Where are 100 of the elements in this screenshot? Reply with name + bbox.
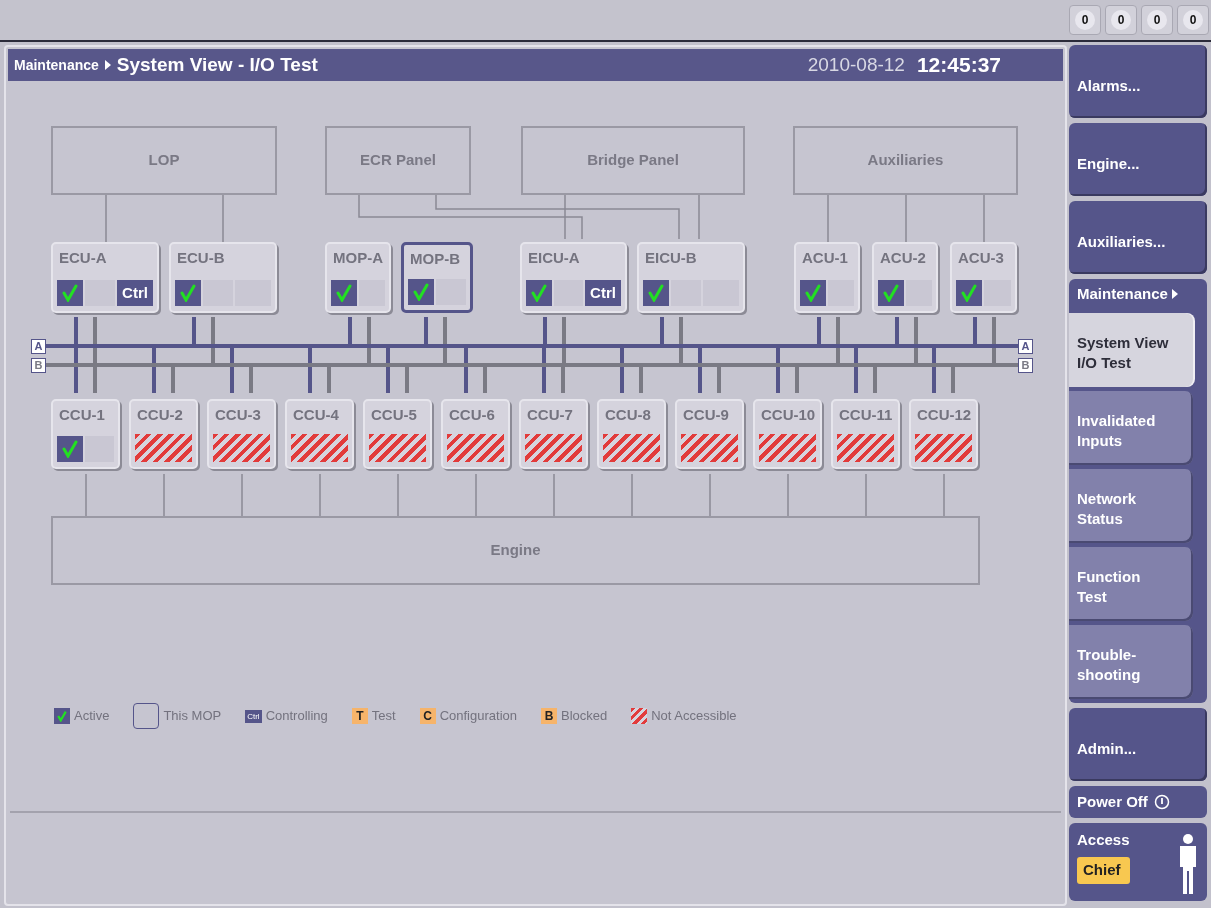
legend-label: Configuration: [439, 707, 517, 726]
unit-node[interactable]: CCU-11: [831, 399, 900, 469]
sidebar-tab[interactable]: System View I/O Test: [1069, 313, 1193, 387]
bus-drop-line: [817, 317, 821, 346]
controlling-indicator: Ctrl: [585, 280, 621, 306]
bus-drop-line: [230, 346, 234, 393]
bus-drop-line: [464, 346, 468, 393]
connector-line: [865, 473, 867, 517]
controlling-indicator: Ctrl: [117, 280, 153, 306]
bus-drop-line: [308, 346, 312, 393]
sidebar-button[interactable]: Auxiliaries...: [1069, 201, 1207, 274]
breadcrumb[interactable]: Maintenance: [14, 54, 99, 76]
sidebar-tab[interactable]: Invalidated Inputs: [1069, 391, 1193, 465]
ctrl-icon: Ctrl: [245, 709, 262, 723]
chevron-icon: [102, 59, 113, 71]
power-off-button[interactable]: Power Off: [1069, 786, 1207, 818]
unit-node[interactable]: CCU-5: [363, 399, 432, 469]
bus-drop-line: [795, 365, 799, 393]
unit-node[interactable]: ECU-A Ctrl: [51, 242, 159, 313]
panel-label: LOP: [148, 150, 180, 171]
bus-label: A: [1018, 339, 1033, 354]
legend-label: Active: [74, 707, 110, 726]
unit-name: ACU-1: [801, 248, 849, 268]
legend-label: Controlling: [265, 707, 328, 726]
unit-name: CCU-10: [760, 405, 816, 425]
unit-node[interactable]: CCU-3: [207, 399, 276, 469]
panel-label: ECR Panel: [360, 150, 436, 171]
unit-node[interactable]: CCU-6: [441, 399, 510, 469]
bus-drop-line: [211, 317, 215, 365]
unit-node[interactable]: CCU-2: [129, 399, 198, 469]
unit-node[interactable]: ACU-3: [950, 242, 1017, 313]
unit-node[interactable]: CCU-9: [675, 399, 744, 469]
unit-node[interactable]: ACU-1: [794, 242, 860, 313]
unit-name: ACU-2: [879, 248, 927, 268]
unit-node[interactable]: CCU-10: [753, 399, 822, 469]
bus-drop-line: [348, 317, 352, 346]
access-level-badge: Chief: [1077, 857, 1130, 884]
sidebar-button[interactable]: Alarms...: [1069, 45, 1207, 118]
bus-drop-line: [367, 317, 371, 365]
group-header[interactable]: Maintenance: [1069, 279, 1207, 309]
bus-drop-line: [171, 365, 175, 393]
unit-node[interactable]: CCU-4: [285, 399, 354, 469]
bus-drop-line: [873, 365, 877, 393]
unit-node[interactable]: CCU-7: [519, 399, 588, 469]
bus-drop-line: [249, 365, 253, 393]
sidebar-tab[interactable]: Function Test: [1069, 547, 1193, 621]
connector-line: [827, 193, 829, 243]
unit-name: CCU-5: [370, 405, 418, 425]
bus-label: B: [1018, 358, 1033, 373]
bus-drop-line: [152, 346, 156, 393]
bus-drop-line: [992, 317, 996, 365]
check-icon: [805, 284, 821, 302]
connector-line: [222, 193, 224, 243]
bus-drop-line: [717, 365, 721, 393]
unit-name: EICU-B: [644, 248, 698, 268]
unit-node[interactable]: EICU-A Ctrl: [520, 242, 627, 313]
unit-name: CCU-2: [136, 405, 184, 425]
connector-line: [631, 473, 633, 517]
unit-node[interactable]: CCU-12: [909, 399, 978, 469]
time: 12:45:37: [916, 52, 1001, 79]
check-icon: [413, 283, 429, 301]
check-icon: [961, 284, 977, 302]
unit-name: CCU-6: [448, 405, 496, 425]
bus-drop-line: [679, 317, 683, 365]
unit-node[interactable]: EICU-B: [637, 242, 745, 313]
sidebar-button[interactable]: Admin...: [1069, 708, 1207, 781]
bus-drop-line: [620, 346, 624, 393]
counter: 0: [1177, 5, 1209, 35]
unit-name: MOP-B: [409, 249, 461, 269]
sidebar-tab[interactable]: Trouble- shooting: [1069, 625, 1193, 699]
unit-node[interactable]: ECU-B: [169, 242, 277, 313]
unit-node[interactable]: MOP-B: [401, 242, 473, 313]
bus-drop-line: [327, 365, 331, 393]
connector-line: [163, 473, 165, 517]
sidebar-tab[interactable]: Network Status: [1069, 469, 1193, 543]
letter-icon: B: [541, 708, 557, 724]
unit-name: CCU-9: [682, 405, 730, 425]
unit-name: CCU-11: [838, 405, 894, 425]
unit-name: MOP-A: [332, 248, 384, 268]
date: 2010-08-12: [807, 52, 905, 77]
unit-name: CCU-8: [604, 405, 652, 425]
sidebar-button[interactable]: Engine...: [1069, 123, 1207, 196]
unit-node[interactable]: ACU-2: [872, 242, 938, 313]
legend-label: Test: [371, 707, 396, 726]
unit-node[interactable]: CCU-1: [51, 399, 120, 469]
counter: 0: [1141, 5, 1173, 35]
letter-icon: T: [351, 708, 368, 724]
unit-name: CCU-4: [292, 405, 340, 425]
unit-node[interactable]: CCU-8: [597, 399, 666, 469]
power-icon: [1153, 794, 1170, 810]
bus-label: A: [31, 339, 46, 354]
page-title: System View - I/O Test: [116, 52, 318, 77]
unit-name: EICU-A: [527, 248, 581, 268]
bus-label: B: [31, 358, 46, 373]
unit-node[interactable]: MOP-A: [325, 242, 391, 313]
bus-drop-line: [386, 346, 390, 393]
bus-drop-line: [776, 346, 780, 393]
check-icon: [648, 284, 664, 302]
bus-drop-line: [914, 317, 918, 365]
connector-line: [787, 473, 789, 517]
